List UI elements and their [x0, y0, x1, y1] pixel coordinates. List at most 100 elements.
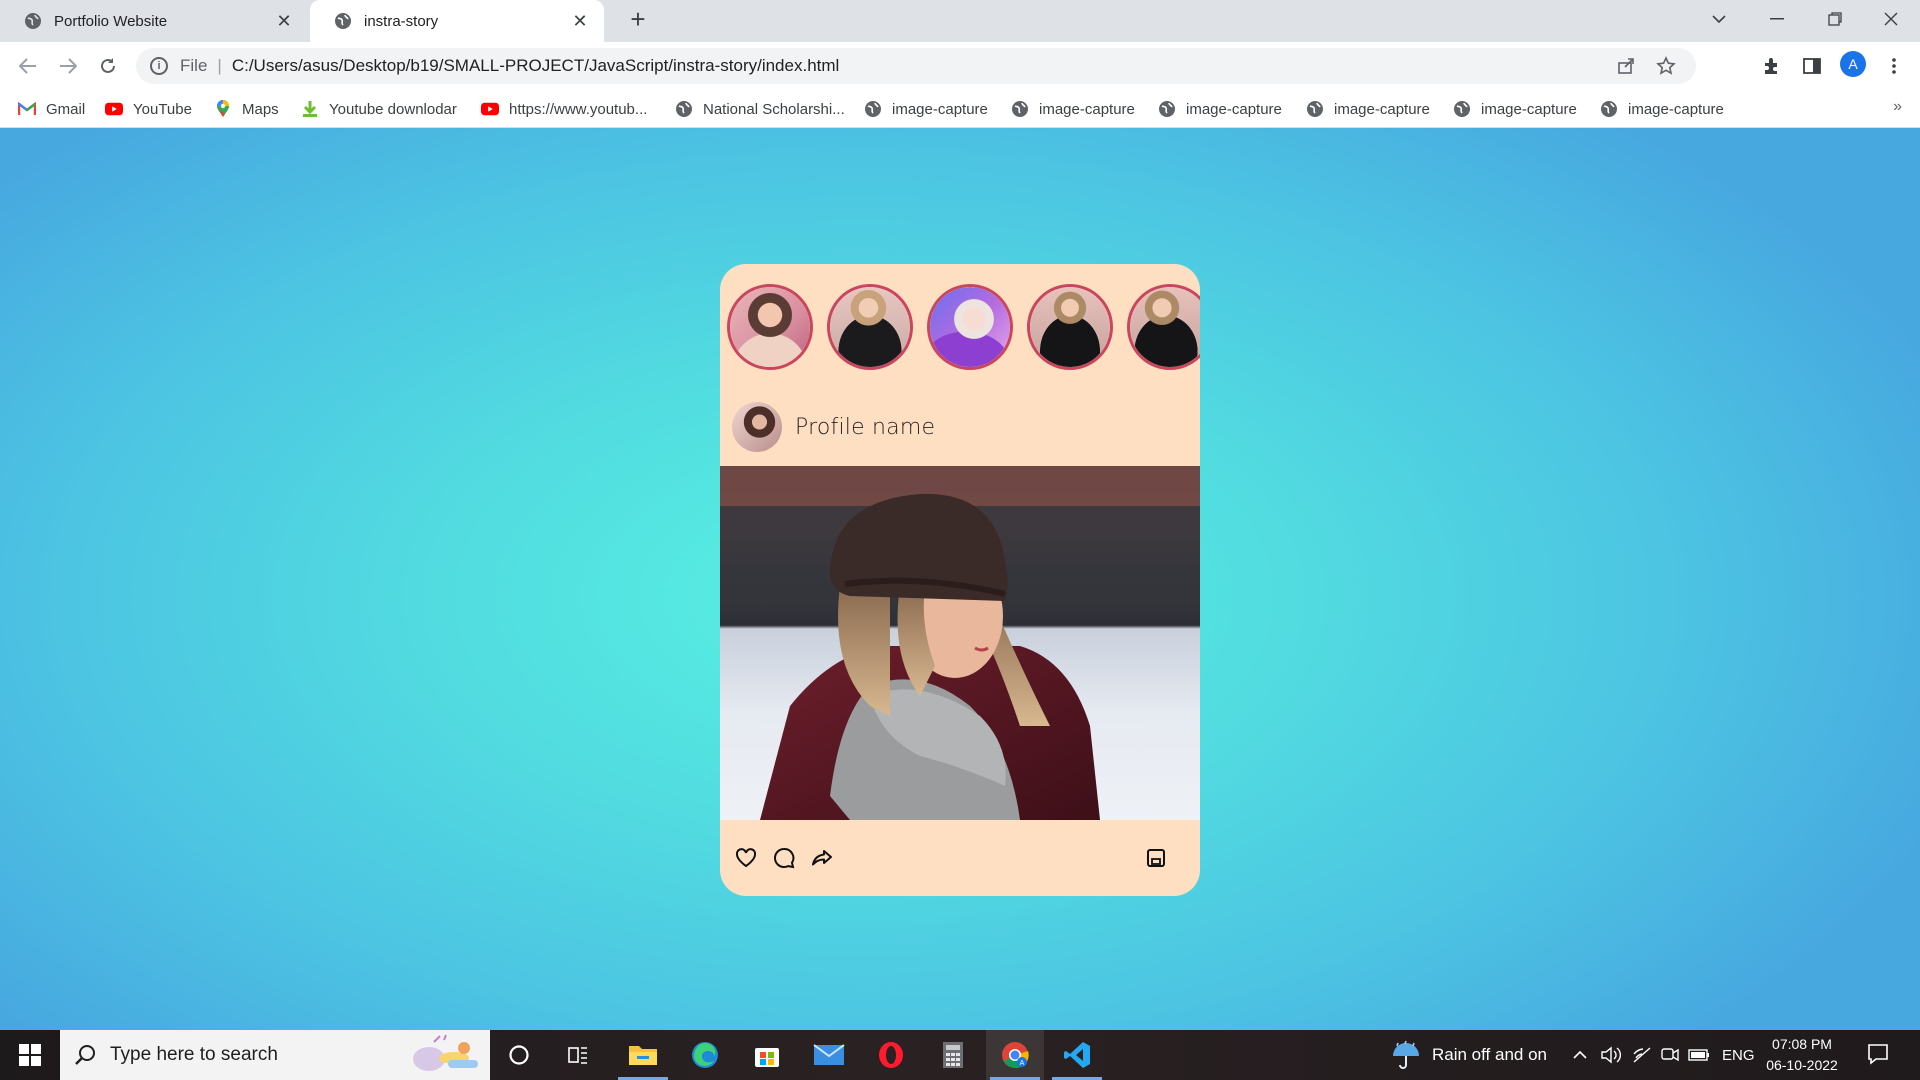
- youtube-icon: [105, 100, 123, 118]
- site-info-icon[interactable]: i: [150, 57, 168, 75]
- bookmark-image-capture[interactable]: image-capture: [1453, 98, 1577, 120]
- close-tab-icon[interactable]: ✕: [274, 11, 294, 32]
- bookmark-image-capture[interactable]: image-capture: [864, 98, 988, 120]
- bookmark-youtube-downloader[interactable]: Youtube downlodar: [301, 98, 457, 120]
- bookmark-label: image-capture: [1334, 100, 1430, 118]
- bookmark-label: image-capture: [1039, 100, 1135, 118]
- forward-button[interactable]: [52, 50, 84, 82]
- tab-title: instra-story: [364, 12, 439, 30]
- bookmark-image-capture[interactable]: image-capture: [1158, 98, 1282, 120]
- wifi-icon[interactable]: [1632, 1030, 1652, 1080]
- bookmark-label: Gmail: [46, 100, 86, 118]
- cortana-icon[interactable]: [490, 1030, 548, 1080]
- taskbar-search[interactable]: Type here to search: [60, 1030, 490, 1080]
- story-avatar[interactable]: [827, 284, 913, 370]
- vscode-icon[interactable]: [1048, 1030, 1106, 1080]
- bookmark-label: image-capture: [1628, 100, 1724, 118]
- clock-date: 06-10-2022: [1766, 1057, 1838, 1073]
- browser-toolbar: i File | C:/Users/asus/Desktop/b19/SMALL…: [0, 42, 1920, 90]
- menu-kebab-icon[interactable]: [1880, 52, 1908, 80]
- story-avatar[interactable]: [927, 284, 1013, 370]
- tab-portfolio-website[interactable]: Portfolio Website ✕: [0, 0, 308, 42]
- store-icon[interactable]: [738, 1030, 796, 1080]
- file-explorer-icon[interactable]: [614, 1030, 672, 1080]
- youtube-icon: [481, 100, 499, 118]
- tab-instra-story[interactable]: instra-story ✕: [310, 0, 604, 42]
- globe-icon: [675, 100, 693, 118]
- close-tab-icon[interactable]: ✕: [570, 11, 590, 32]
- close-window-button[interactable]: [1862, 0, 1920, 38]
- extensions-icon[interactable]: [1758, 52, 1786, 80]
- address-bar[interactable]: i File | C:/Users/asus/Desktop/b19/SMALL…: [136, 48, 1696, 84]
- side-panel-icon[interactable]: [1798, 52, 1826, 80]
- bookmark-national-scholarship[interactable]: National Scholarshi...: [675, 98, 845, 120]
- tab-search-icon[interactable]: [1690, 0, 1748, 38]
- bookmark-maps[interactable]: Maps: [214, 98, 279, 120]
- profile-name[interactable]: Profile name: [795, 415, 935, 440]
- story-avatar[interactable]: [727, 284, 813, 370]
- profile-avatar[interactable]: A: [1840, 51, 1866, 77]
- windows-start-icon[interactable]: [0, 1030, 60, 1080]
- weather-text: Rain off and on: [1432, 1045, 1547, 1064]
- globe-icon: [864, 100, 882, 118]
- restore-button[interactable]: [1806, 0, 1864, 38]
- more-bookmarks-button[interactable]: »: [1893, 98, 1902, 116]
- globe-icon: [335, 13, 351, 29]
- story-avatar[interactable]: [1127, 284, 1200, 370]
- minimize-button[interactable]: [1748, 0, 1806, 38]
- post-actions: [732, 844, 846, 872]
- profile-avatar[interactable]: [732, 402, 782, 452]
- search-placeholder: Type here to search: [110, 1044, 278, 1065]
- bookmark-label: image-capture: [1186, 100, 1282, 118]
- story-avatar[interactable]: [1027, 284, 1113, 370]
- battery-icon[interactable]: [1688, 1030, 1710, 1080]
- system-clock[interactable]: 07:08 PM 06-10-2022: [1762, 1034, 1842, 1076]
- calculator-icon[interactable]: [924, 1030, 982, 1080]
- bookmark-label: National Scholarshi...: [703, 100, 845, 118]
- save-icon[interactable]: [1142, 844, 1170, 872]
- language-indicator[interactable]: ENG: [1722, 1030, 1755, 1080]
- scheme-label: File: [180, 56, 208, 75]
- bookmark-gmail[interactable]: Gmail: [18, 98, 85, 120]
- svg-text:A: A: [1020, 1060, 1025, 1067]
- show-hidden-icons[interactable]: [1572, 1030, 1588, 1080]
- bookmark-image-capture[interactable]: image-capture: [1600, 98, 1724, 120]
- bookmark-image-capture[interactable]: image-capture: [1306, 98, 1430, 120]
- globe-icon: [1600, 100, 1618, 118]
- story-photo: [830, 287, 910, 367]
- bookmark-star-icon[interactable]: [1654, 54, 1678, 78]
- bookmark-image-capture[interactable]: image-capture: [1011, 98, 1135, 120]
- windows-taskbar: Type here to search A Rain off and on EN…: [0, 1030, 1920, 1080]
- weather-widget[interactable]: Rain off and on: [1390, 1030, 1547, 1080]
- volume-icon[interactable]: [1600, 1030, 1622, 1080]
- page-viewport: Profile name: [0, 128, 1920, 1030]
- new-tab-button[interactable]: +: [624, 6, 652, 34]
- gmail-icon: [18, 100, 36, 118]
- bookmark-youtube-link[interactable]: https://www.youtub...: [481, 98, 647, 120]
- download-icon: [301, 100, 319, 118]
- mail-icon[interactable]: [800, 1030, 858, 1080]
- comment-icon[interactable]: [770, 844, 798, 872]
- chrome-icon[interactable]: A: [986, 1030, 1044, 1080]
- task-view-icon[interactable]: [550, 1030, 608, 1080]
- share-icon[interactable]: [808, 844, 836, 872]
- notification-center-icon[interactable]: [1866, 1042, 1892, 1068]
- globe-icon: [1158, 100, 1176, 118]
- story-photo: [930, 287, 1010, 367]
- heart-icon[interactable]: [732, 844, 760, 872]
- separator: |: [217, 56, 222, 75]
- share-page-icon[interactable]: [1614, 54, 1638, 78]
- back-button[interactable]: [12, 50, 44, 82]
- edge-icon[interactable]: [676, 1030, 734, 1080]
- reload-button[interactable]: [92, 50, 124, 82]
- meet-now-icon[interactable]: [1660, 1030, 1680, 1080]
- bookmark-label: YouTube: [133, 100, 192, 118]
- bookmark-youtube[interactable]: YouTube: [105, 98, 192, 120]
- post-image[interactable]: [720, 466, 1200, 820]
- globe-icon: [25, 13, 41, 29]
- story-photo: [1030, 287, 1110, 367]
- bookmark-label: Youtube downlodar: [329, 100, 457, 118]
- url-text[interactable]: C:/Users/asus/Desktop/b19/SMALL-PROJECT/…: [232, 56, 839, 76]
- clock-time: 07:08 PM: [1772, 1036, 1832, 1052]
- opera-icon[interactable]: [862, 1030, 920, 1080]
